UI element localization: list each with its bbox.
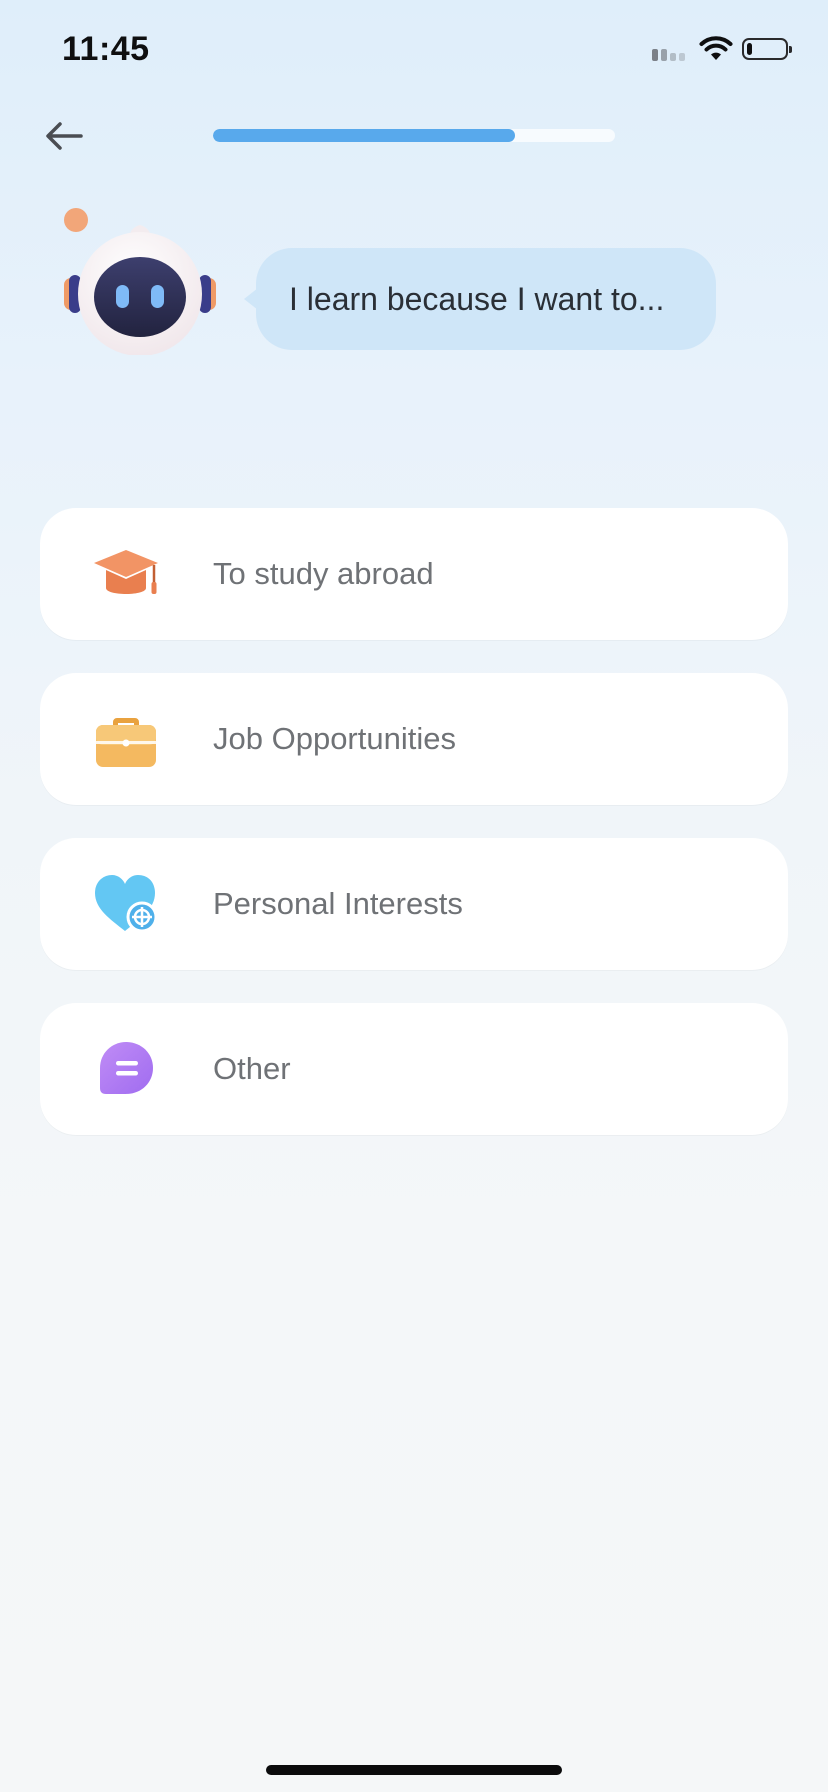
battery-icon <box>742 38 792 60</box>
option-label: Personal Interests <box>213 886 463 921</box>
graduation-cap-icon <box>94 550 158 594</box>
option-study-abroad[interactable]: To study abroad <box>40 508 788 640</box>
status-time: 11:45 <box>62 30 150 68</box>
status-bar: 11:45 <box>0 0 828 100</box>
option-label: Other <box>213 1051 291 1086</box>
progress-fill <box>213 129 515 142</box>
option-personal-interests[interactable]: Personal Interests <box>40 838 788 970</box>
briefcase-icon <box>96 718 156 767</box>
chat-bubble-icon <box>100 1042 153 1094</box>
wifi-icon <box>699 36 733 60</box>
prompt-speech-bubble: I learn because I want to... <box>244 248 716 350</box>
cellular-signal-icon <box>652 49 685 61</box>
option-label: To study abroad <box>213 556 434 591</box>
battery-level <box>747 43 752 55</box>
arrow-left-icon <box>46 122 83 150</box>
option-other[interactable]: Other <box>40 1003 788 1135</box>
reason-options-list: To study abroad Job Opportunities Person… <box>40 508 788 1168</box>
option-label: Job Opportunities <box>213 721 456 756</box>
back-button[interactable] <box>40 112 88 160</box>
heart-icon <box>95 875 158 933</box>
option-job-opportunities[interactable]: Job Opportunities <box>40 673 788 805</box>
onboarding-progress-bar <box>213 129 615 142</box>
home-indicator <box>266 1765 562 1775</box>
robot-mascot <box>64 208 216 355</box>
